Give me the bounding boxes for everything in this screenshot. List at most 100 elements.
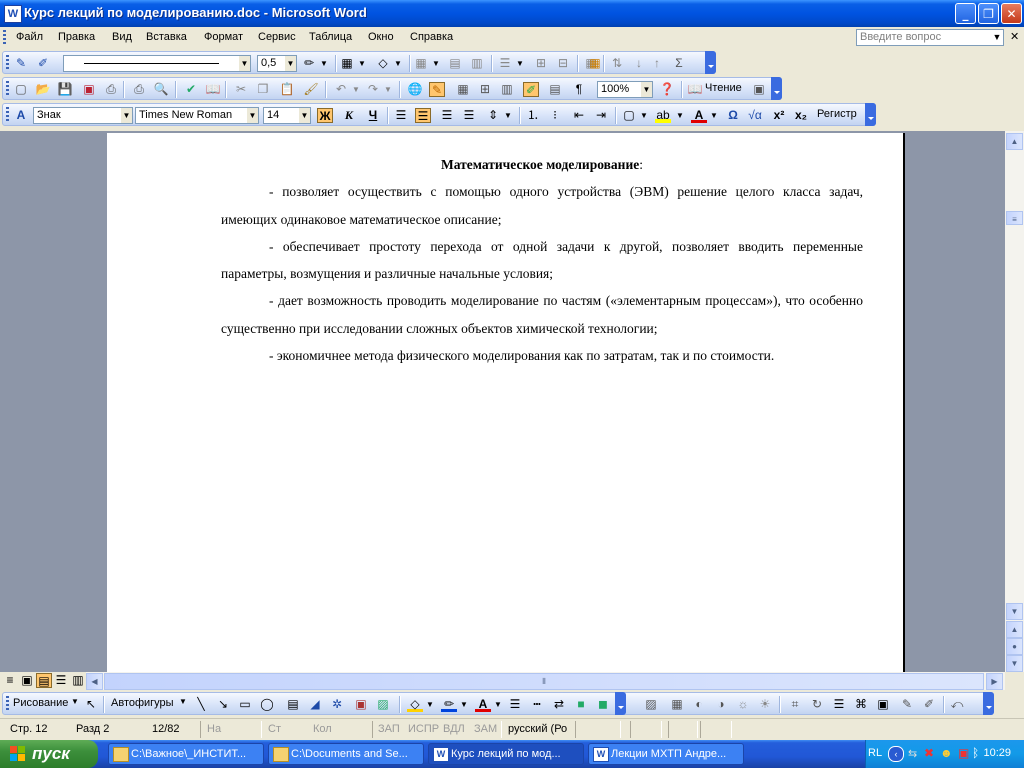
fill-color-icon[interactable]: ◇ (407, 697, 423, 712)
chevron-down-icon[interactable]: ▼ (503, 108, 513, 123)
sort-ascending-icon[interactable]: ↓ (631, 56, 647, 71)
title-bar[interactable]: W Курс лекций по моделированию.doc - Mic… (0, 0, 1024, 27)
change-case-button[interactable]: Регистр (817, 108, 857, 120)
reset-picture-icon[interactable]: ⤺ (949, 697, 965, 712)
highlight-icon[interactable]: ab (655, 108, 671, 123)
autosum-icon[interactable]: Σ (671, 56, 687, 71)
chevron-down-icon[interactable]: ▼ (641, 82, 652, 97)
menu-edit[interactable]: Правка (58, 31, 95, 43)
text-wrapping-icon[interactable]: ▣ (875, 697, 891, 712)
chevron-down-icon[interactable]: ▼ (351, 82, 361, 97)
chevron-down-icon[interactable]: ▼ (247, 108, 258, 123)
chevron-down-icon[interactable]: ▼ (71, 697, 79, 706)
diagram-icon[interactable]: ✲ (329, 697, 345, 712)
permission-icon[interactable]: ▣ (81, 82, 97, 97)
font-size-select[interactable]: 14 ▼ (263, 107, 311, 124)
scroll-up-button[interactable]: ▲ (1006, 133, 1023, 150)
3d-style-icon[interactable]: ◼ (595, 697, 611, 712)
print-layout-icon[interactable]: ▤ (36, 673, 52, 688)
scroll-left-button[interactable]: ◀ (86, 673, 103, 690)
scroll-thumb[interactable]: ≡ (1006, 211, 1023, 225)
print-icon[interactable]: ⎙ (131, 82, 147, 97)
insert-table-icon[interactable]: ▦ (455, 82, 471, 97)
chevron-down-icon[interactable]: ▼ (493, 697, 503, 712)
spelling-icon[interactable]: ✔ (183, 82, 199, 97)
draw-menu-button[interactable]: Рисование (13, 697, 68, 709)
increase-indent-icon[interactable]: ⇥ (593, 108, 609, 123)
justify-icon[interactable]: ☰ (461, 108, 477, 123)
paste-icon[interactable]: 📋 (279, 82, 295, 97)
menu-tools[interactable]: Сервис (258, 31, 296, 43)
select-objects-icon[interactable]: ↖ (83, 697, 99, 712)
outline-view-icon[interactable]: ☰ (53, 673, 69, 688)
shadow-style-icon[interactable]: ■ (573, 697, 589, 712)
text-direction-icon[interactable]: ⇅ (609, 56, 625, 71)
reading-layout-icon[interactable]: ▣ (751, 82, 767, 97)
oval-icon[interactable]: ◯ (259, 697, 275, 712)
distribute-columns-icon[interactable]: ⊟ (555, 56, 571, 71)
table-autoformat-icon[interactable]: ▦ (587, 56, 603, 71)
autoshapes-menu-button[interactable]: Автофигуры (111, 697, 174, 709)
text-box-icon[interactable]: ▤ (285, 697, 301, 712)
status-overtype[interactable]: ЗАМ (474, 722, 497, 737)
taskbar-item-4[interactable]: W Лекции МХТП Андре... (588, 743, 744, 765)
menu-file[interactable]: Файл (16, 31, 43, 43)
merge-cells-icon[interactable]: ▤ (447, 56, 463, 71)
status-track-changes[interactable]: ИСПР (408, 722, 439, 737)
toolbar-options-button[interactable] (865, 103, 876, 126)
chevron-down-icon[interactable]: ▼ (319, 56, 329, 71)
print-icon[interactable]: ⎙ (103, 82, 119, 97)
decrease-indent-icon[interactable]: ⇤ (571, 108, 587, 123)
chevron-down-icon[interactable]: ▼ (675, 108, 685, 123)
normal-view-icon[interactable]: ≡ (2, 673, 18, 688)
chevron-down-icon[interactable]: ▼ (121, 108, 132, 123)
minimize-button[interactable]: _ (955, 3, 976, 24)
format-picture-icon[interactable]: ✎ (899, 697, 915, 712)
sort-descending-icon[interactable]: ↑ (649, 56, 665, 71)
scroll-down-button[interactable]: ▼ (1006, 603, 1023, 620)
arrow-icon[interactable]: ↘ (215, 697, 231, 712)
chevron-left-icon[interactable]: ‹ (888, 746, 904, 762)
network-icon[interactable]: ⇆ (908, 747, 917, 760)
draw-table-icon[interactable]: ✎ (13, 56, 29, 71)
monitor-icon[interactable]: ▣ (958, 746, 969, 760)
select-browse-object-button[interactable]: ● (1006, 638, 1023, 655)
save-icon[interactable]: 💾 (57, 82, 73, 97)
styles-formatting-icon[interactable]: A (13, 108, 29, 123)
scroll-right-button[interactable]: ▶ (986, 673, 1003, 690)
toolbar-options-button[interactable] (983, 692, 994, 715)
zoom-select[interactable]: 100% ▼ (597, 81, 653, 98)
equation-icon[interactable]: √α (747, 108, 763, 123)
read-icon[interactable]: 📖 (687, 82, 703, 97)
subscript-icon[interactable]: x₂ (793, 108, 809, 123)
style-select[interactable]: Знак ▼ (33, 107, 133, 124)
chevron-down-icon[interactable]: ▼ (639, 108, 649, 123)
less-brightness-icon[interactable]: ☀ (757, 697, 773, 712)
superscript-icon[interactable]: x² (771, 108, 787, 123)
toolbar-options-button[interactable] (771, 77, 782, 100)
security-icon[interactable]: ✖ (924, 746, 934, 760)
toolbar-options-button[interactable] (705, 51, 716, 74)
compress-pictures-icon[interactable]: ⌘ (853, 697, 869, 712)
taskbar-item-2[interactable]: C:\Documents and Se... (268, 743, 424, 765)
ask-question-input[interactable]: Введите вопрос ▼ (856, 29, 1004, 46)
start-button[interactable]: пуск (0, 740, 98, 768)
shading-color-icon[interactable]: ◇ (375, 56, 391, 71)
chevron-down-icon[interactable]: ▼ (515, 56, 525, 71)
help-icon[interactable]: ❓ (659, 82, 675, 97)
horizontal-scrollbar[interactable]: ◀ ⦀ ▶ (86, 672, 1005, 690)
font-color-icon[interactable]: A (691, 108, 707, 123)
italic-button[interactable]: К (341, 108, 357, 123)
status-extend-selection[interactable]: ВДЛ (443, 722, 465, 737)
insert-symbol-icon[interactable]: Ω (725, 108, 741, 123)
language-indicator[interactable]: RL (868, 747, 882, 759)
font-select[interactable]: Times New Roman ▼ (135, 107, 259, 124)
vertical-scrollbar[interactable]: ▲ ≡ ▼ ▲ ● ▼ (1005, 131, 1024, 672)
redo-icon[interactable]: ↷ (365, 82, 381, 97)
tables-borders-icon[interactable]: ✎ (429, 82, 445, 97)
chevron-down-icon[interactable]: ▼ (459, 697, 469, 712)
format-painter-icon[interactable]: 🖌 (303, 82, 319, 97)
line-style-icon[interactable]: ☰ (507, 697, 523, 712)
chevron-down-icon[interactable]: ▼ (425, 697, 435, 712)
toolbar-options-button[interactable] (615, 692, 626, 715)
